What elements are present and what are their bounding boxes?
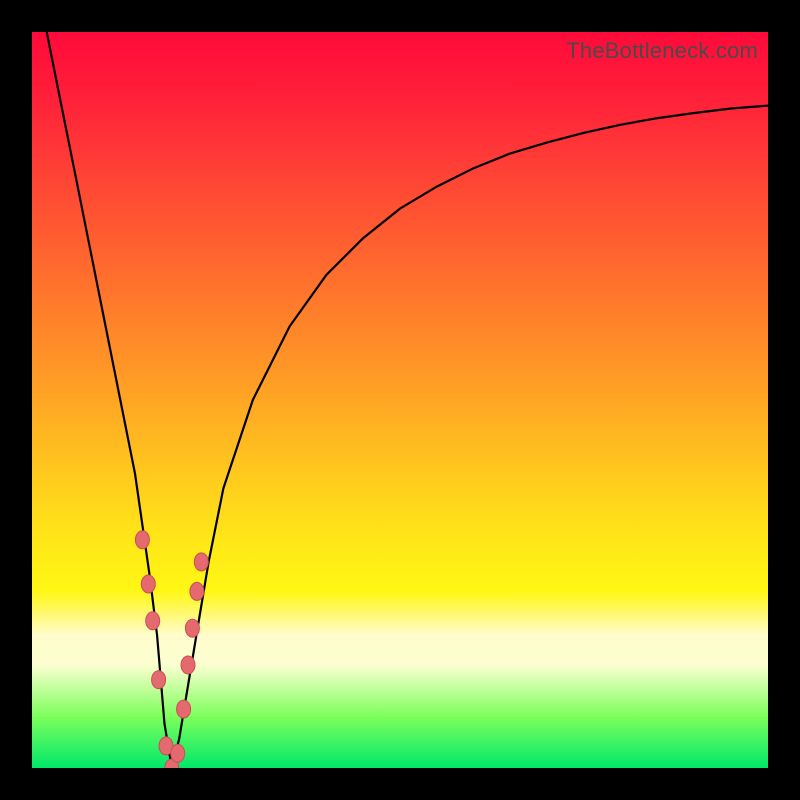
curve-path [47,32,768,768]
highlight-beads [135,531,208,768]
bead [152,671,166,689]
bead [190,582,204,600]
chart-frame: TheBottleneck.com [0,0,800,800]
bead [146,612,160,630]
bead [171,744,185,762]
bead [141,575,155,593]
bottleneck-curve [32,32,768,768]
bead [177,700,191,718]
bead [181,656,195,674]
bead [194,553,208,571]
bead [135,531,149,549]
bead [185,619,199,637]
plot-area: TheBottleneck.com [32,32,768,768]
